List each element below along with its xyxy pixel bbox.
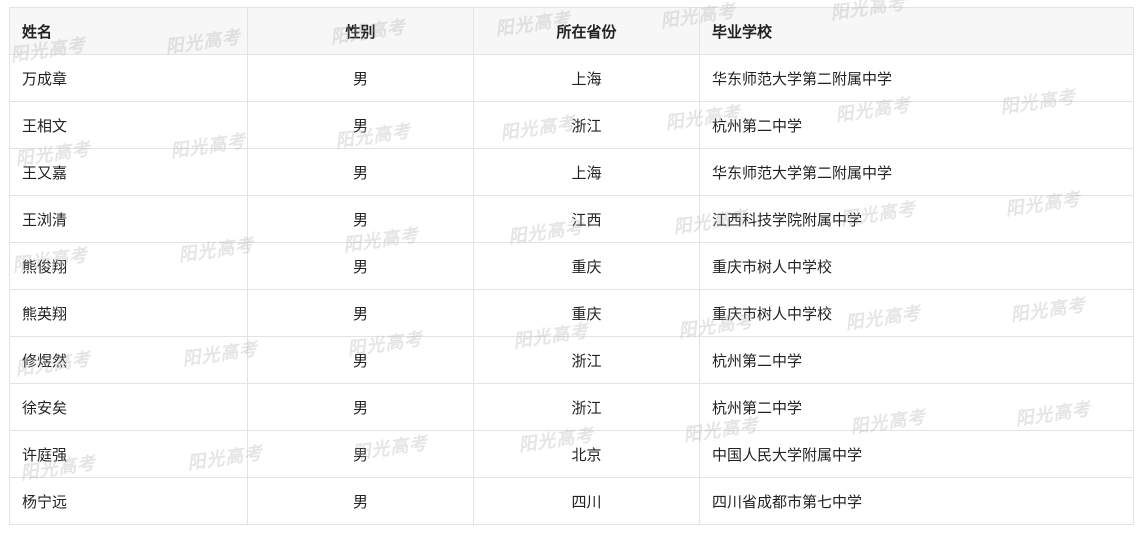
cell-school: 杭州第二中学 <box>699 383 1134 431</box>
cell-province: 上海 <box>473 54 700 102</box>
cell-gender: 男 <box>247 477 474 525</box>
cell-name: 熊英翔 <box>9 289 248 337</box>
table-body: 万成章男上海 华东师范大学第二附属中学 王相文男浙江 杭州第二中学 王又嘉男上海 华东师范… <box>9 54 1134 525</box>
table-row: 熊俊翔男重庆 重庆市树人中学校 <box>9 242 1134 290</box>
cell-gender: 男 <box>247 148 474 196</box>
cell-name: 杨宁远 <box>9 477 248 525</box>
cell-gender: 男 <box>247 289 474 337</box>
cell-name: 王浏清 <box>9 195 248 243</box>
header-gender: 性别 <box>247 7 474 55</box>
cell-province: 浙江 <box>473 336 700 384</box>
cell-province: 重庆 <box>473 289 700 337</box>
table-row: 王又嘉男上海 华东师范大学第二附属中学 <box>9 148 1134 196</box>
cell-school: 四川省成都市第七中学 <box>699 477 1134 525</box>
page: 姓名 性别 所在省份 毕业学校 万成章男上海 华东师范大学第二附属中学 王相文男浙江… <box>0 0 1144 537</box>
cell-name: 熊俊翔 <box>9 242 248 290</box>
cell-name: 王又嘉 <box>9 148 248 196</box>
cell-province: 江西 <box>473 195 700 243</box>
cell-gender: 男 <box>247 54 474 102</box>
table-row: 修煜然男浙江 杭州第二中学 <box>9 336 1134 384</box>
header-name: 姓名 <box>9 7 248 55</box>
table-row: 许庭强男北京 中国人民大学附属中学 <box>9 430 1134 478</box>
cell-name: 许庭强 <box>9 430 248 478</box>
header-province: 所在省份 <box>473 7 700 55</box>
cell-school: 重庆市树人中学校 <box>699 242 1134 290</box>
cell-name: 王相文 <box>9 101 248 149</box>
cell-province: 四川 <box>473 477 700 525</box>
cell-province: 北京 <box>473 430 700 478</box>
cell-province: 上海 <box>473 148 700 196</box>
cell-gender: 男 <box>247 101 474 149</box>
cell-gender: 男 <box>247 195 474 243</box>
cell-school: 杭州第二中学 <box>699 101 1134 149</box>
cell-school: 杭州第二中学 <box>699 336 1134 384</box>
table-header-row: 姓名 性别 所在省份 毕业学校 <box>9 7 1134 55</box>
table-row: 王相文男浙江 杭州第二中学 <box>9 101 1134 149</box>
cell-school: 中国人民大学附属中学 <box>699 430 1134 478</box>
cell-name: 万成章 <box>9 54 248 102</box>
table-row: 王浏清男江西 江西科技学院附属中学 <box>9 195 1134 243</box>
cell-gender: 男 <box>247 242 474 290</box>
table-row: 杨宁远男四川 四川省成都市第七中学 <box>9 477 1134 525</box>
cell-school: 江西科技学院附属中学 <box>699 195 1134 243</box>
cell-school: 华东师范大学第二附属中学 <box>699 148 1134 196</box>
cell-province: 浙江 <box>473 383 700 431</box>
cell-name: 徐安矣 <box>9 383 248 431</box>
table-row: 万成章男上海 华东师范大学第二附属中学 <box>9 54 1134 102</box>
cell-school: 重庆市树人中学校 <box>699 289 1134 337</box>
table-row: 熊英翔男重庆 重庆市树人中学校 <box>9 289 1134 337</box>
students-table: 姓名 性别 所在省份 毕业学校 万成章男上海 华东师范大学第二附属中学 王相文男浙江… <box>9 7 1134 525</box>
table-row: 徐安矣男浙江 杭州第二中学 <box>9 383 1134 431</box>
header-school: 毕业学校 <box>699 7 1134 55</box>
cell-name: 修煜然 <box>9 336 248 384</box>
cell-province: 浙江 <box>473 101 700 149</box>
cell-gender: 男 <box>247 430 474 478</box>
cell-gender: 男 <box>247 336 474 384</box>
cell-school: 华东师范大学第二附属中学 <box>699 54 1134 102</box>
cell-province: 重庆 <box>473 242 700 290</box>
cell-gender: 男 <box>247 383 474 431</box>
